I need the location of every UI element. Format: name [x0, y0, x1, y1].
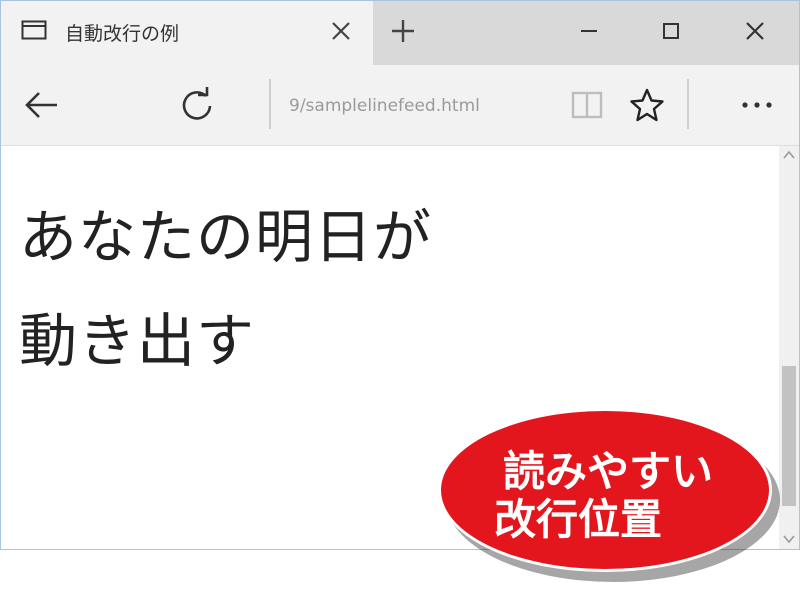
minimize-icon[interactable] [573, 15, 605, 47]
reading-view-icon[interactable] [567, 85, 607, 125]
toolbar-divider [687, 79, 689, 129]
badge-line-2: 改行位置 [493, 495, 662, 544]
toolbar-divider [269, 79, 271, 129]
browser-toolbar [1, 65, 799, 146]
back-arrow-icon[interactable] [21, 85, 61, 125]
scroll-up-arrow-icon[interactable] [783, 150, 795, 160]
star-icon[interactable] [627, 85, 667, 125]
tab-title: 自動改行の例 [65, 23, 180, 45]
callout-badge: 読みやすい 改行位置 [438, 408, 780, 582]
badge-line-1: 読みやすい [502, 447, 713, 496]
content-line-2: 動き出す [19, 307, 256, 375]
close-icon[interactable] [327, 17, 355, 45]
badge-ellipse: 読みやすい 改行位置 [438, 408, 772, 572]
content-line-1: あなたの明日が [19, 203, 433, 271]
title-bar: 自動改行の例 [1, 1, 799, 65]
scroll-down-arrow-icon[interactable] [783, 534, 795, 544]
plus-icon[interactable] [389, 17, 417, 45]
refresh-icon[interactable] [177, 85, 217, 125]
maximize-icon[interactable] [655, 15, 687, 47]
scrollbar-thumb[interactable] [782, 366, 796, 506]
tab-page-icon [21, 20, 47, 40]
close-window-icon[interactable] [739, 15, 771, 47]
address-bar[interactable] [289, 91, 549, 121]
tab-active[interactable]: 自動改行の例 [1, 1, 373, 65]
vertical-scrollbar[interactable] [779, 146, 799, 549]
more-icon[interactable] [737, 85, 777, 125]
